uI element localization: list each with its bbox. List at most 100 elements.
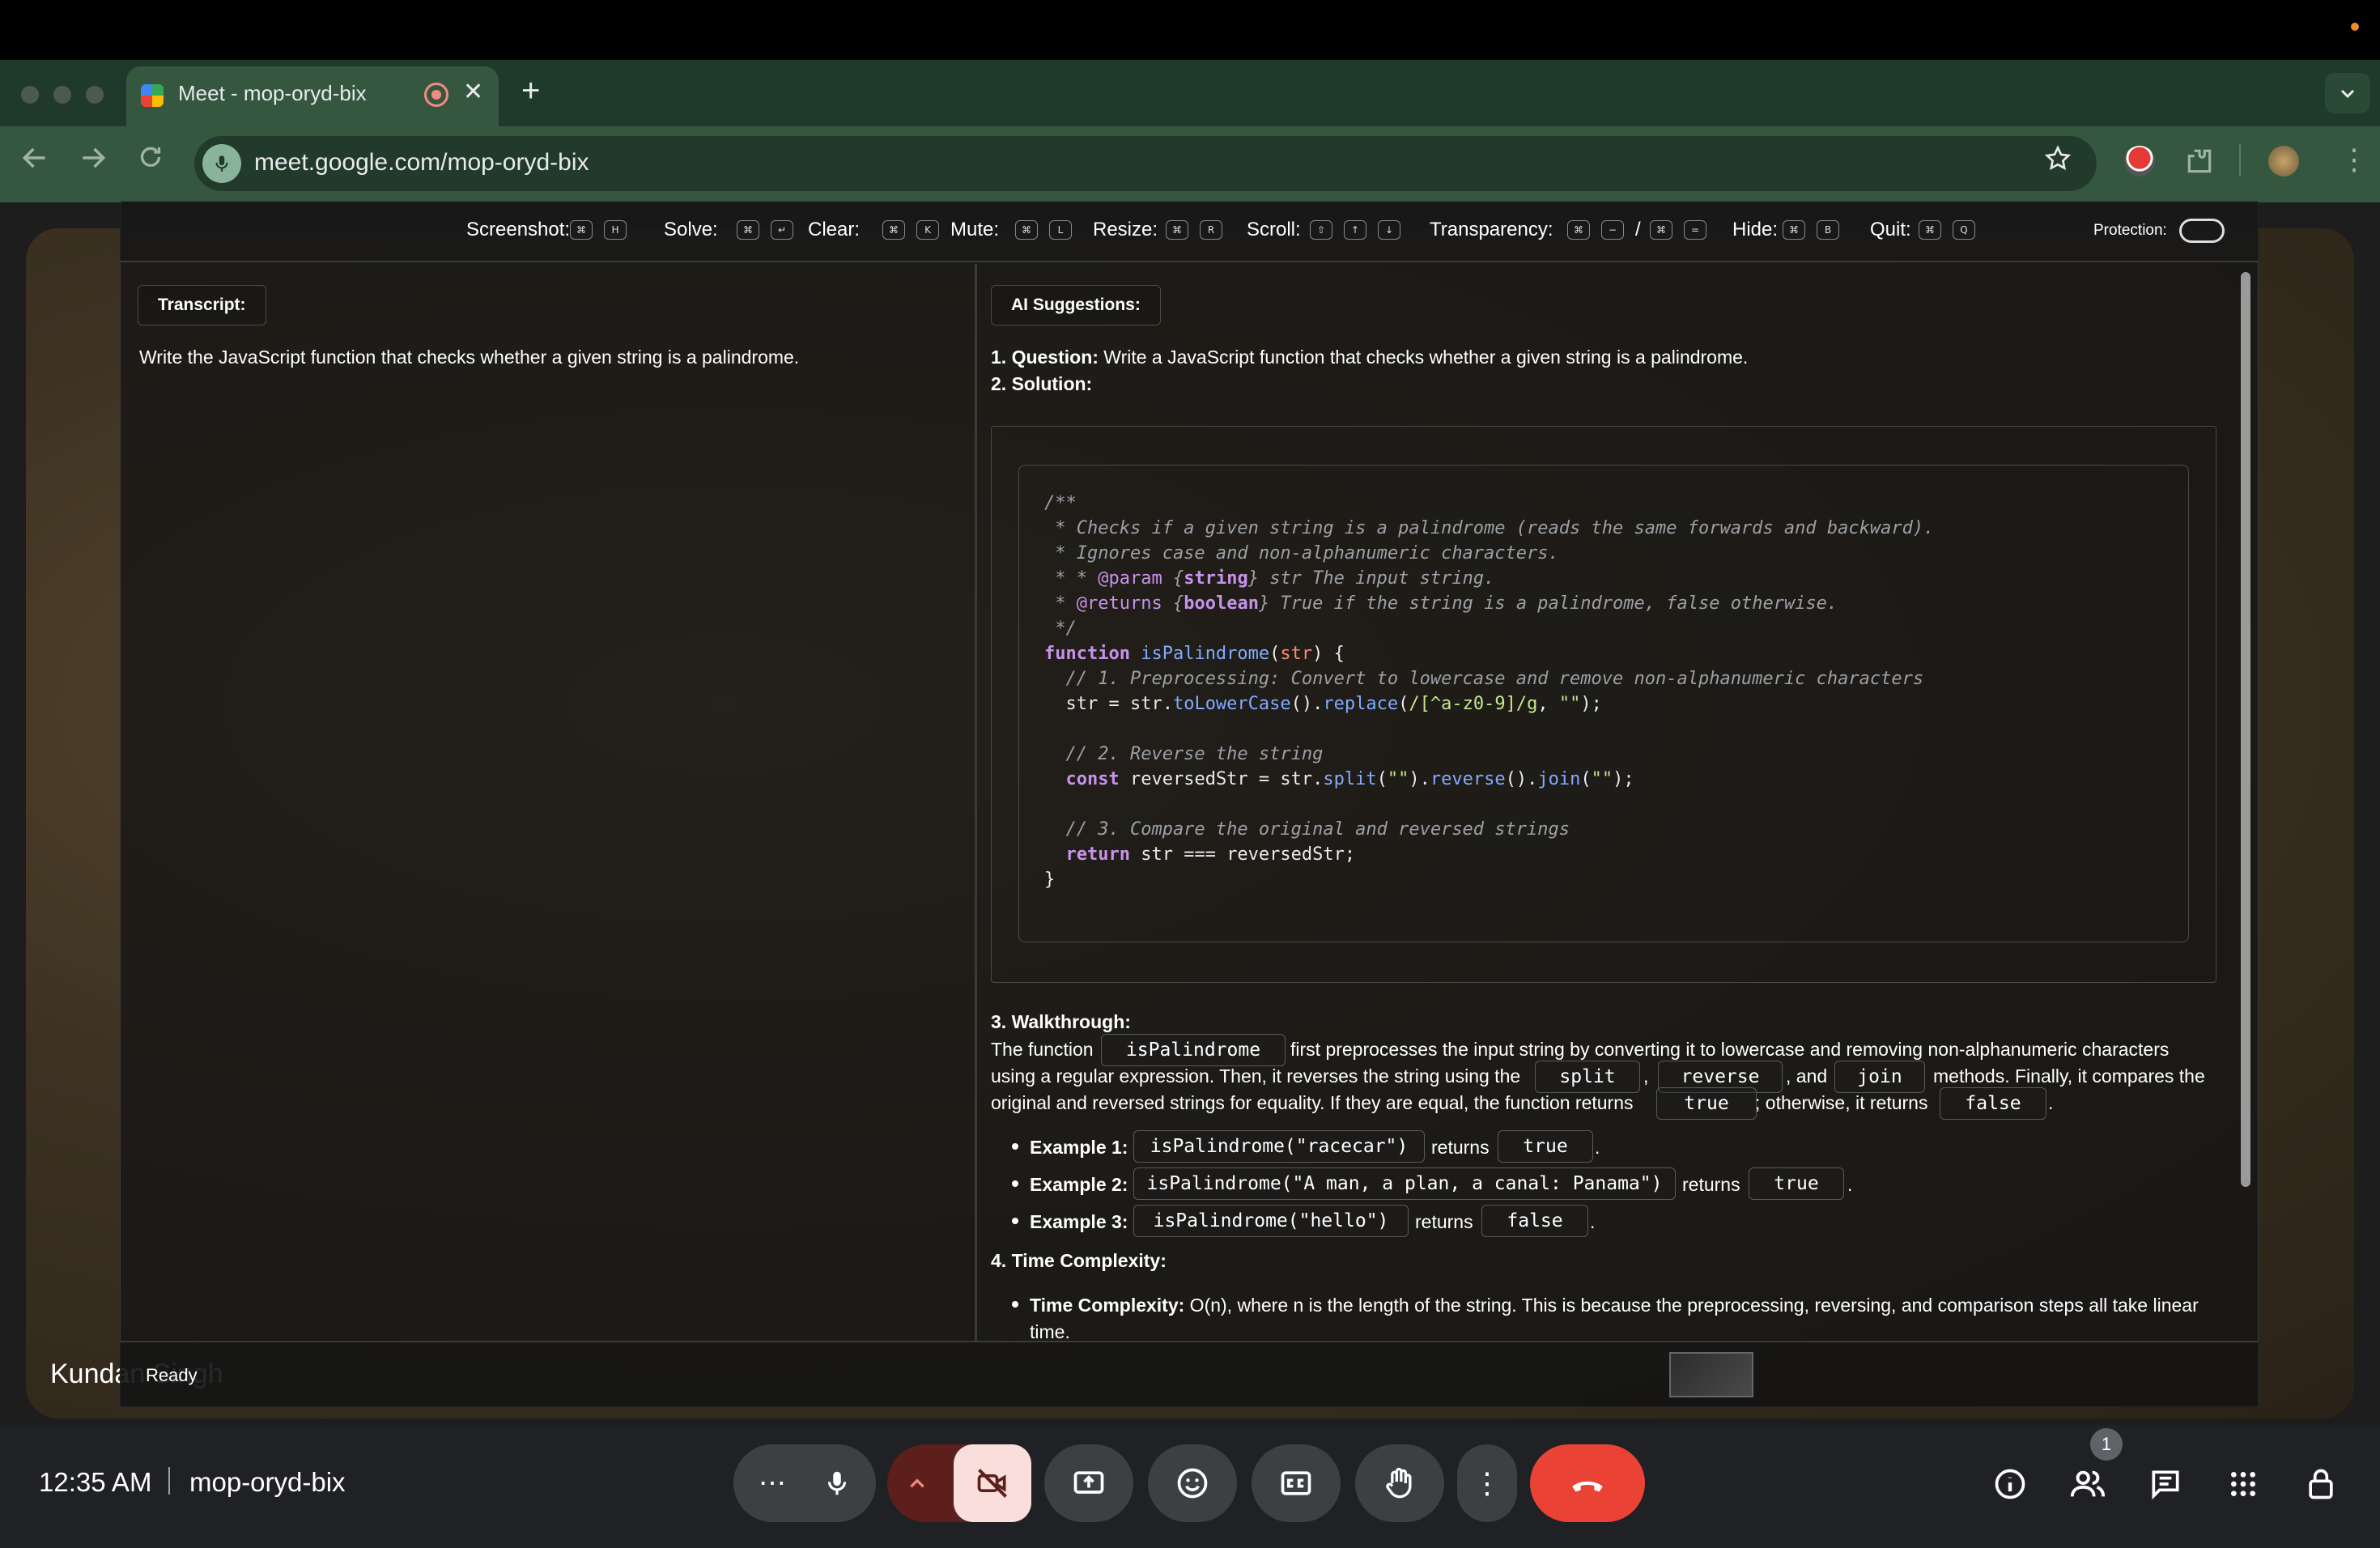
code-line: function isPalindrome(str) { — [1044, 644, 1345, 664]
example-3-end: . — [1590, 1211, 1596, 1232]
shortcut-label: Mute: — [950, 219, 1000, 240]
window-minimize-button[interactable] — [53, 86, 71, 104]
camera-off-icon[interactable] — [954, 1444, 1031, 1522]
host-controls-lock-icon[interactable] — [2301, 1464, 2341, 1504]
suggestions-scrollbar[interactable] — [2241, 272, 2250, 1187]
example-3-result: false — [1481, 1205, 1588, 1237]
walk-line2-c: , and — [1786, 1065, 1828, 1087]
raise-hand-icon[interactable] — [1355, 1444, 1444, 1522]
end-call-icon[interactable] — [1530, 1444, 1645, 1522]
shortcut-key: ↓ — [1378, 220, 1400, 240]
meeting-time: 12:35 AM — [39, 1467, 152, 1497]
shortcut-key: ⌘ — [1567, 220, 1590, 240]
forward-icon[interactable] — [78, 142, 108, 181]
captions-icon[interactable] — [1252, 1444, 1341, 1522]
window-close-button[interactable] — [21, 86, 39, 104]
shortcut-key: L — [1049, 220, 1072, 240]
profile-avatar[interactable] — [2268, 146, 2299, 176]
status-text: Ready — [146, 1365, 198, 1385]
shortcut-label: Solve: — [664, 219, 718, 240]
new-tab-button[interactable]: + — [521, 73, 540, 109]
question-line: 1. Question: Write a JavaScript function… — [991, 347, 1748, 368]
participants-count-badge: 1 — [2090, 1428, 2123, 1461]
shortcut-key: ⌘ — [570, 220, 593, 240]
code-line: // 2. Reverse the string — [1044, 744, 1324, 764]
extension-pokeball-icon[interactable] — [2124, 146, 2155, 176]
walk-line3-c: . — [2048, 1092, 2054, 1113]
example-2-label: Example 2: — [1030, 1174, 1128, 1195]
walk-line3-a: original and reversed strings for equali… — [991, 1092, 1634, 1113]
walk-line1-b: first preprocesses the input string by c… — [1290, 1039, 2170, 1060]
walkthrough-heading: 3. Walkthrough: — [991, 1011, 1131, 1033]
shortcut-key: ⌘ — [1166, 220, 1188, 240]
more-audio-options-icon[interactable]: ⋯ — [750, 1461, 795, 1506]
code-chip-split: split — [1535, 1061, 1640, 1093]
time-complexity-line2: time. — [1030, 1321, 1070, 1342]
emoji-icon[interactable] — [1148, 1444, 1237, 1522]
shortcut-key: B — [1817, 220, 1839, 240]
shortcut-key: ⌘ — [737, 220, 759, 240]
bullet — [1012, 1301, 1018, 1308]
back-icon[interactable] — [19, 142, 50, 181]
example-3-label: Example 3: — [1030, 1211, 1128, 1232]
example-3-returns: returns — [1415, 1211, 1473, 1232]
transcript-text: Write the JavaScript function that check… — [139, 347, 800, 368]
protection-label: Protection: — [2093, 222, 2167, 239]
walk-line1-a: The function — [991, 1039, 1094, 1060]
more-options-icon[interactable]: ⋮ — [1457, 1444, 1517, 1522]
info-icon[interactable] — [1990, 1464, 2030, 1504]
code-line: * * @param {string} str The input string… — [1044, 568, 1495, 589]
shortcut-key: K — [916, 220, 939, 240]
time-separator — [168, 1467, 170, 1495]
mic-icon[interactable] — [814, 1461, 860, 1506]
code-line: str = str.toLowerCase().replace(/[^a-z0-… — [1044, 694, 1602, 714]
present-icon[interactable] — [1044, 1444, 1133, 1522]
code-line: /** — [1044, 493, 1077, 513]
shortcut-label: Scroll: — [1247, 219, 1301, 240]
macos-menubar — [0, 0, 2380, 60]
shortcut-key: ⇧ — [1310, 220, 1332, 240]
walk-line2-b: , — [1643, 1065, 1649, 1087]
tab-search-chevron-down-icon[interactable] — [2325, 73, 2370, 113]
code-line: const reversedStr = str.split("").revers… — [1065, 769, 1634, 789]
chat-icon[interactable] — [2145, 1464, 2186, 1504]
screenshot-thumbnail[interactable] — [1669, 1352, 1753, 1397]
browser-menu-icon[interactable]: ⋮ — [2340, 142, 2369, 176]
url-text[interactable]: meet.google.com/mop-oryd-bix — [254, 149, 589, 176]
mic-in-use-icon[interactable] — [202, 144, 241, 183]
code-line: } — [1044, 870, 1056, 890]
pane-divider[interactable] — [975, 264, 977, 1341]
question-number: 1. Question: — [991, 347, 1099, 368]
apps-icon[interactable] — [2223, 1464, 2263, 1504]
toolbar-divider — [2239, 144, 2241, 176]
tab-title: Meet - mop-oryd-bix — [178, 81, 367, 105]
code-chip-join: join — [1834, 1061, 1925, 1093]
tab-close-icon[interactable]: ✕ — [463, 78, 483, 106]
question-text: Write a JavaScript function that checks … — [1098, 347, 1749, 368]
bullet — [1012, 1180, 1018, 1187]
chevron-up-icon[interactable] — [897, 1464, 937, 1504]
extensions-icon[interactable] — [2184, 146, 2215, 176]
tab-recording-icon — [424, 83, 448, 107]
shortcut-key: = — [1684, 220, 1706, 240]
code-line: * @returns {boolean} True if the string … — [1044, 593, 1838, 614]
shortcut-key: ⌘ — [882, 220, 905, 240]
walkthrough-label: 3. Walkthrough: — [991, 1011, 1131, 1032]
time-complexity-label: 4. Time Complexity: — [991, 1250, 1167, 1271]
shortcut-label: Resize: — [1093, 219, 1158, 240]
meeting-code: mop-oryd-bix — [189, 1467, 346, 1497]
code-line: * Checks if a given string is a palindro… — [1044, 518, 1935, 538]
shortcut-key: ⌘ — [1783, 220, 1805, 240]
walk-line2-a: using a regular expression. Then, it rev… — [991, 1065, 1521, 1087]
code-listing[interactable]: /** * Checks if a given string is a pali… — [1044, 491, 1934, 892]
example-2-end: . — [1847, 1174, 1853, 1195]
example-2-returns: returns — [1682, 1174, 1740, 1195]
shortcut-key: Q — [1953, 220, 1975, 240]
window-zoom-button[interactable] — [86, 86, 104, 104]
protection-toggle[interactable] — [2179, 219, 2225, 243]
code-chip-true: true — [1656, 1087, 1757, 1120]
bookmark-star-icon[interactable] — [2043, 144, 2072, 181]
reload-icon[interactable] — [136, 142, 165, 179]
people-icon[interactable] — [2068, 1464, 2108, 1504]
